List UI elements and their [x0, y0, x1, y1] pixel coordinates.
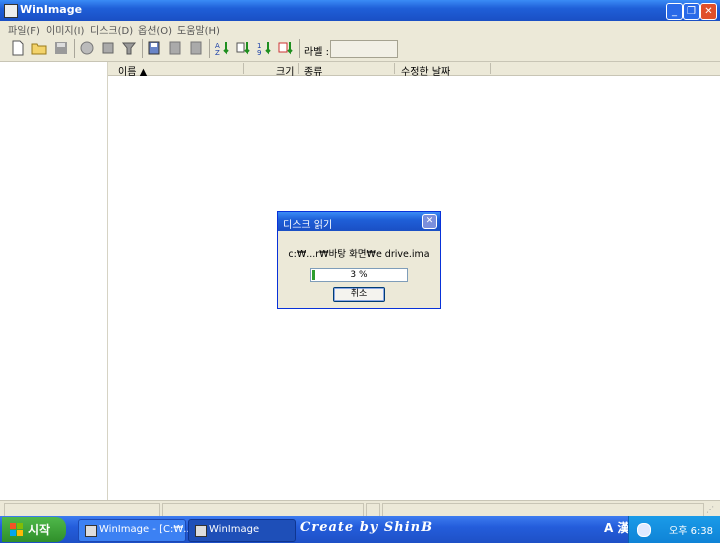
label-caption: 라벨 :	[304, 47, 329, 58]
status-pane	[4, 503, 160, 517]
task-label: WinImage	[209, 524, 260, 535]
close-button[interactable]: ✕	[700, 3, 717, 20]
window-title: WinImage	[20, 3, 83, 16]
dialog-titlebar: 디스크 읽기 ✕	[278, 212, 440, 231]
window-titlebar: WinImage _ ❐ ✕	[0, 0, 720, 21]
brand-watermark: Create by ShinB	[300, 520, 434, 535]
read-disk-icon[interactable]	[146, 40, 162, 56]
sort-size-icon[interactable]: 19	[257, 40, 273, 57]
menu-file[interactable]: 파일(F)	[8, 22, 40, 37]
clock[interactable]: 오후 6:38	[669, 522, 713, 537]
open-folder-icon[interactable]	[31, 40, 47, 56]
toolbar-separator	[299, 39, 300, 58]
tray-app-icon[interactable]	[637, 523, 651, 537]
status-bar: ⋰	[0, 500, 720, 517]
status-pane	[382, 503, 704, 517]
toolbar-separator	[209, 39, 210, 58]
column-divider[interactable]	[394, 63, 395, 74]
toolbar-separator	[142, 39, 143, 58]
new-file-icon[interactable]	[10, 40, 26, 56]
progress-bar: 3 %	[310, 268, 408, 282]
inject-icon[interactable]	[79, 40, 95, 56]
taskbar: 시작 WinImage - [C:₩... WinImage Create by…	[0, 516, 720, 543]
windows-logo-icon	[10, 523, 23, 536]
system-tray: 오후 6:38	[628, 516, 720, 543]
svg-text:9: 9	[257, 49, 261, 56]
toolbar-separator	[74, 39, 75, 58]
column-divider[interactable]	[490, 63, 491, 74]
start-button[interactable]: 시작	[2, 517, 66, 542]
cancel-button[interactable]: 취소	[333, 287, 385, 302]
column-divider[interactable]	[243, 63, 244, 74]
start-label: 시작	[28, 523, 51, 537]
extract-icon[interactable]	[100, 40, 116, 56]
maximize-button[interactable]: ❐	[683, 3, 700, 20]
taskbar-task-winimage[interactable]: WinImage	[188, 519, 296, 542]
dialog-title: 디스크 읽기	[283, 220, 333, 231]
save-icon[interactable]	[53, 40, 69, 56]
dialog-file-path: c:₩...r₩바탕 화면₩e drive.ima	[288, 249, 430, 260]
folder-tree-pane[interactable]	[0, 62, 108, 500]
sort-date-icon[interactable]	[278, 40, 294, 56]
sort-name-icon[interactable]: AZ	[215, 40, 231, 57]
menu-help[interactable]: 도움말(H)	[177, 22, 220, 37]
winimage-task-icon	[85, 525, 97, 537]
dialog-close-button[interactable]: ✕	[422, 214, 437, 229]
column-divider[interactable]	[298, 63, 299, 74]
format-disk-icon[interactable]	[188, 40, 204, 56]
app-icon	[4, 4, 18, 18]
progress-text: 3 %	[350, 270, 368, 280]
list-header: 이름 ▲ 크기 종류 수정한 날짜	[108, 62, 720, 78]
minimize-button[interactable]: _	[666, 3, 683, 20]
status-pane	[366, 503, 380, 517]
label-input[interactable]	[330, 40, 398, 58]
toolbar: AZ 19 라벨 :	[0, 36, 720, 62]
winimage-task-icon	[195, 525, 207, 537]
menu-options[interactable]: 옵션(O)	[138, 22, 172, 37]
task-label: WinImage - [C:₩...	[99, 524, 193, 535]
menu-image[interactable]: 이미지(I)	[46, 22, 84, 37]
resize-grip-icon[interactable]: ⋰	[706, 505, 714, 514]
ime-indicator[interactable]: A 漢	[604, 519, 629, 536]
svg-text:Z: Z	[215, 49, 220, 56]
menu-disk[interactable]: 디스크(D)	[90, 22, 133, 37]
read-disk-dialog: 디스크 읽기 ✕ c:₩...r₩바탕 화면₩e drive.ima 3 % 취…	[277, 211, 441, 309]
delete-icon[interactable]	[121, 40, 137, 56]
taskbar-task-winimage-main[interactable]: WinImage - [C:₩...	[78, 519, 193, 542]
write-disk-icon[interactable]	[167, 40, 183, 56]
sort-type-icon[interactable]	[236, 40, 252, 56]
status-pane	[162, 503, 364, 517]
menu-bar: 파일(F) 이미지(I) 디스크(D) 옵션(O) 도움말(H)	[0, 21, 720, 37]
